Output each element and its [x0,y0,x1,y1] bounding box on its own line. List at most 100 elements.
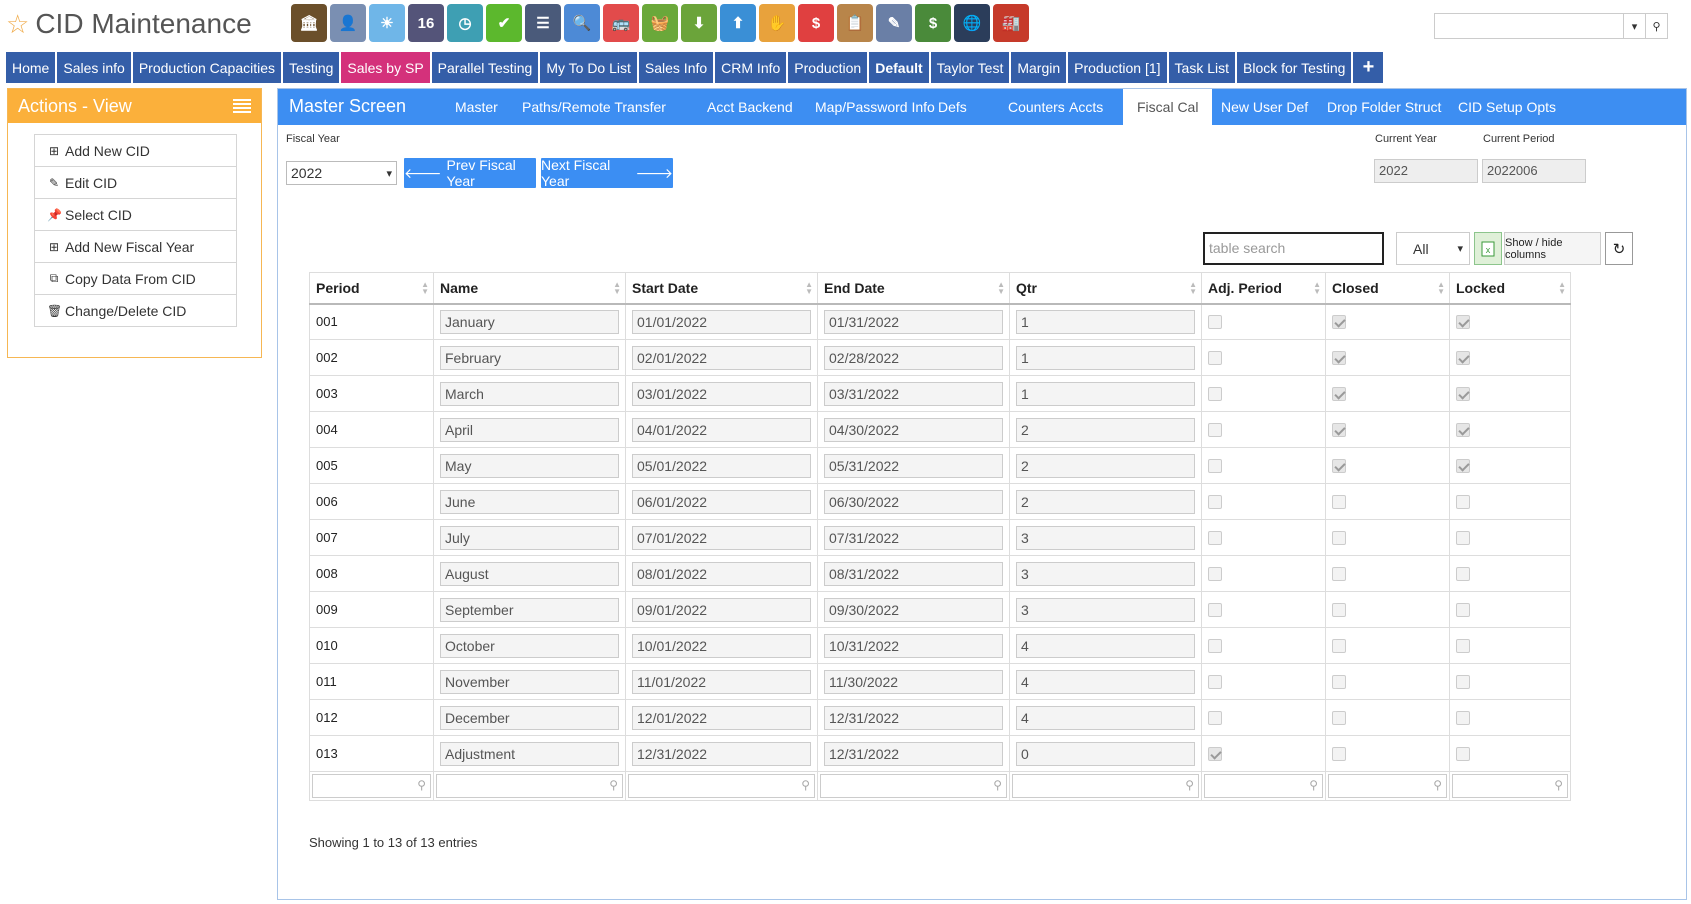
checkmark-icon[interactable]: ✔ [486,4,522,42]
closed-checkbox[interactable] [1332,746,1346,761]
locked-checkbox[interactable] [1456,602,1470,617]
adj-checkbox[interactable] [1208,710,1222,725]
start-input[interactable]: 09/01/2022 [632,597,811,622]
column-header-start-date[interactable]: Start Date ▲ ▼ [625,272,818,305]
column-header-locked[interactable]: Locked ▲ ▼ [1449,272,1571,305]
nav-item-testing[interactable]: Testing [283,52,340,83]
add-tab-button[interactable]: + [1353,52,1384,83]
download-box-icon[interactable]: ⬇ [681,4,717,42]
name-input[interactable]: Adjustment [440,741,619,766]
start-input[interactable]: 11/01/2022 [632,669,811,694]
closed-checkbox[interactable] [1332,530,1346,545]
end-input[interactable]: 04/30/2022 [824,417,1003,442]
nav-item-crm-info[interactable]: CRM Info [715,52,787,83]
closed-checkbox[interactable] [1332,602,1346,617]
end-input[interactable]: 01/31/2022 [824,309,1003,334]
locked-checkbox[interactable] [1456,638,1470,653]
menu-icon[interactable] [233,99,251,113]
name-input[interactable]: February [440,345,619,370]
nav-item-sales-info[interactable]: Sales Info [638,52,714,83]
qtr-input[interactable]: 1 [1016,309,1195,334]
document-list-icon[interactable]: ☰ [525,4,561,42]
bus-icon[interactable]: 🚌 [603,4,639,42]
name-input[interactable]: June [440,489,619,514]
end-input[interactable]: 07/31/2022 [824,525,1003,550]
start-input[interactable]: 05/01/2022 [632,453,811,478]
filter-input-end-date[interactable]: ⚲ [820,774,1007,798]
nav-item-block-for-testing[interactable]: Block for Testing [1237,52,1352,83]
name-input[interactable]: April [440,417,619,442]
column-header-adj-period[interactable]: Adj. Period ▲ ▼ [1201,272,1326,305]
filter-input-period[interactable]: ⚲ [312,774,431,798]
name-input[interactable]: July [440,525,619,550]
end-input[interactable]: 11/30/2022 [824,669,1003,694]
locked-checkbox[interactable] [1456,530,1470,545]
qtr-input[interactable]: 1 [1016,381,1195,406]
nav-item-task-list[interactable]: Task List [1168,52,1235,83]
filter-input-start-date[interactable]: ⚲ [628,774,815,798]
qtr-input[interactable]: 4 [1016,705,1195,730]
name-input[interactable]: January [440,309,619,334]
tab-acct-backend[interactable]: Acct Backend [693,89,807,125]
nav-item-production[interactable]: Production [788,52,868,83]
chevron-down-icon[interactable]: ▾ [1623,14,1645,38]
dollar-chat-icon[interactable]: $ [798,4,834,42]
adj-checkbox[interactable] [1208,458,1222,473]
nav-item-margin[interactable]: Margin [1011,52,1067,83]
adj-checkbox[interactable] [1208,386,1222,401]
closed-checkbox[interactable] [1332,386,1346,401]
qtr-input[interactable]: 4 [1016,669,1195,694]
locked-checkbox[interactable] [1456,386,1470,401]
user-icon[interactable]: 👤 [330,4,366,42]
adj-checkbox[interactable] [1208,422,1222,437]
locked-checkbox[interactable] [1456,422,1470,437]
adj-checkbox[interactable] [1208,350,1222,365]
qtr-input[interactable]: 4 [1016,633,1195,658]
closed-checkbox[interactable] [1332,422,1346,437]
column-header-closed[interactable]: Closed ▲ ▼ [1325,272,1450,305]
nav-item-sales-by-sp[interactable]: Sales by SP [341,52,430,83]
closed-checkbox[interactable] [1332,710,1346,725]
filter-input-adj-period[interactable]: ⚲ [1204,774,1323,798]
money-icon[interactable]: $ [915,4,951,42]
end-input[interactable]: 09/30/2022 [824,597,1003,622]
end-input[interactable]: 08/31/2022 [824,561,1003,586]
qtr-input[interactable]: 3 [1016,597,1195,622]
name-input[interactable]: November [440,669,619,694]
sidebar-item-add-new-cid[interactable]: ⊞ Add New CID [34,134,237,167]
nav-item-my-to-do-list[interactable]: My To Do List [540,52,637,83]
adj-checkbox[interactable] [1208,602,1222,617]
tab-fiscal-cal[interactable]: Fiscal Cal [1123,89,1213,125]
weather-icon[interactable]: ☀ [369,4,405,42]
tab-new-user-def[interactable]: New User Def [1207,89,1322,125]
filter-input-locked[interactable]: ⚲ [1452,774,1568,798]
start-input[interactable]: 12/01/2022 [632,705,811,730]
locked-checkbox[interactable] [1456,746,1470,761]
tab-defs[interactable]: Defs [924,89,981,125]
locked-checkbox[interactable] [1456,566,1470,581]
start-input[interactable]: 03/01/2022 [632,381,811,406]
nav-item-home[interactable]: Home [6,52,56,83]
start-input[interactable]: 07/01/2022 [632,525,811,550]
show-hide-columns-button[interactable]: Show / hide columns [1504,232,1601,265]
name-input[interactable]: March [440,381,619,406]
nav-item-sales-info[interactable]: Sales info [57,52,131,83]
upload-box-icon[interactable]: ⬆ [720,4,756,42]
sidebar-item-edit-cid[interactable]: ✎ Edit CID [34,166,237,199]
search-icon[interactable]: ⚲ [1645,14,1667,38]
start-input[interactable]: 04/01/2022 [632,417,811,442]
nav-item-taylor-test[interactable]: Taylor Test [930,52,1010,83]
locked-checkbox[interactable] [1456,350,1470,365]
start-input[interactable]: 06/01/2022 [632,489,811,514]
closed-checkbox[interactable] [1332,350,1346,365]
closed-checkbox[interactable] [1332,494,1346,509]
bank-icon[interactable]: 🏛 [291,4,327,42]
start-input[interactable]: 02/01/2022 [632,345,811,370]
column-header-end-date[interactable]: End Date ▲ ▼ [817,272,1010,305]
filter-input-qtr[interactable]: ⚲ [1012,774,1199,798]
page-size-select[interactable]: All ▾ [1396,232,1470,265]
prev-fiscal-year-button[interactable]: 🡐 Prev Fiscal Year [404,157,536,189]
sidebar-item-copy-data-from-cid[interactable]: ⧉ Copy Data From CID [34,262,237,295]
nav-item-production-1[interactable]: Production [1] [1068,52,1167,83]
column-header-name[interactable]: Name ▲ ▼ [433,272,626,305]
